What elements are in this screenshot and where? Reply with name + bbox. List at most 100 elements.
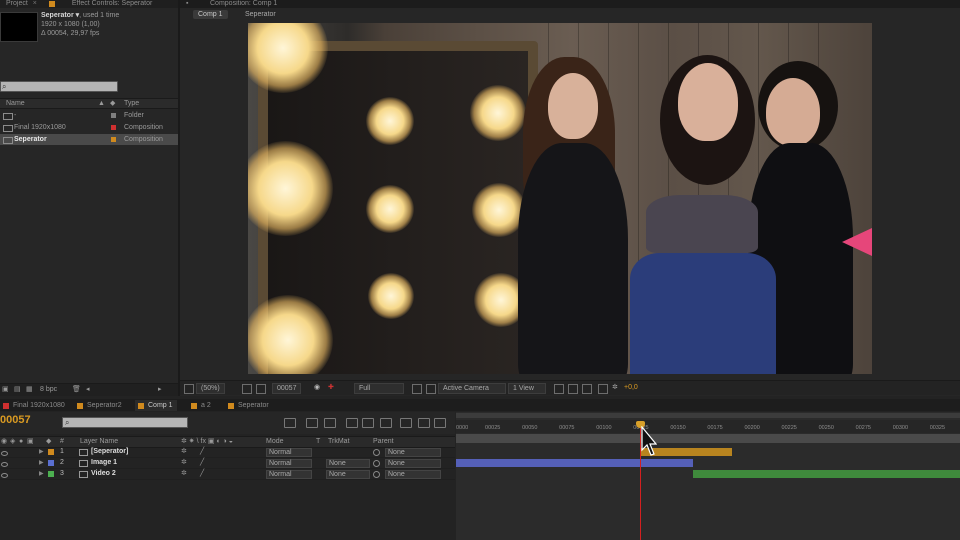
- work-area-bar[interactable]: [456, 434, 960, 443]
- pick-whip-icon[interactable]: [373, 471, 380, 478]
- timeline-tab[interactable]: Seperator: [225, 400, 273, 411]
- snapshot-icon[interactable]: ◉: [314, 383, 320, 392]
- flowchart-icon[interactable]: [598, 384, 608, 394]
- hide-shy-layers-icon[interactable]: [324, 418, 336, 428]
- layer-mode-dropdown[interactable]: Normal: [266, 459, 312, 468]
- channel-icon[interactable]: ✚: [328, 383, 334, 392]
- eye-icon[interactable]: [1, 451, 8, 456]
- draft-3d-icon[interactable]: [306, 418, 318, 428]
- timeline-search-input[interactable]: ⌕: [62, 417, 188, 428]
- camera-dropdown[interactable]: Active Camera: [438, 383, 506, 394]
- layer-mode-dropdown[interactable]: Normal: [266, 470, 312, 479]
- new-comp-icon[interactable]: ▦: [26, 385, 33, 395]
- timeline-tab[interactable]: Seperator2: [74, 400, 126, 411]
- mask-visibility-icon[interactable]: [256, 384, 266, 394]
- layer-duration-bar[interactable]: [456, 459, 694, 467]
- layer-trkmat-dropdown[interactable]: None: [326, 470, 370, 479]
- column-type[interactable]: Type: [124, 99, 139, 108]
- bpc-button[interactable]: 8 bpc: [40, 385, 57, 395]
- region-of-interest-icon[interactable]: [412, 384, 422, 394]
- shy-switch-icon[interactable]: ✲: [181, 469, 187, 479]
- frame-blending-icon[interactable]: [346, 418, 358, 428]
- quality-switch-icon[interactable]: ╱: [200, 458, 204, 468]
- always-preview-icon[interactable]: [184, 384, 194, 394]
- timeline-tab[interactable]: Comp 1: [135, 400, 177, 411]
- layer-name[interactable]: Image 1: [91, 458, 117, 468]
- lock-icon[interactable]: ▣: [27, 437, 34, 447]
- quality-switch-icon[interactable]: ╱: [200, 447, 204, 457]
- layer-label-color[interactable]: [48, 449, 54, 455]
- timeline-tab[interactable]: a 2: [188, 400, 215, 411]
- project-item-label[interactable]: [111, 113, 116, 118]
- brainstorm-icon[interactable]: [380, 418, 392, 428]
- scroll-left-icon[interactable]: ◂: [86, 385, 90, 395]
- current-time-field[interactable]: 00057: [272, 383, 302, 394]
- column-mode[interactable]: Mode: [266, 437, 284, 447]
- zoom-dropdown[interactable]: (50%): [196, 383, 225, 394]
- project-item-label[interactable]: [111, 137, 116, 142]
- column-name[interactable]: Name: [6, 99, 25, 108]
- fast-previews-icon[interactable]: [568, 384, 578, 394]
- layer-duration-bar[interactable]: [693, 470, 960, 478]
- safe-zones-icon[interactable]: [242, 384, 252, 394]
- quality-switch-icon[interactable]: ╱: [200, 469, 204, 479]
- view-layout-dropdown[interactable]: 1 View: [508, 383, 546, 394]
- crumb-comp-1[interactable]: Comp 1: [193, 10, 228, 19]
- eye-icon[interactable]: [1, 473, 8, 478]
- layer-name[interactable]: Video 2: [91, 469, 116, 479]
- expand-triangle-icon[interactable]: ▶: [39, 447, 44, 457]
- column-layer-name[interactable]: Layer Name: [80, 437, 118, 447]
- layer-parent-dropdown[interactable]: None: [385, 470, 441, 479]
- comp-mini-flowchart-icon[interactable]: [284, 418, 296, 428]
- transparency-grid-icon[interactable]: [426, 384, 436, 394]
- project-item[interactable]: - Folder: [0, 110, 178, 121]
- graph-editor-icon[interactable]: [400, 418, 412, 428]
- scroll-right-icon[interactable]: ▸: [158, 385, 162, 395]
- new-folder-icon[interactable]: ▤: [14, 385, 21, 395]
- project-item[interactable]: Seperator Composition: [0, 134, 178, 145]
- layer-mode-dropdown[interactable]: Normal: [266, 448, 312, 457]
- label-column-icon[interactable]: ◆: [110, 99, 115, 108]
- layer-parent-dropdown[interactable]: None: [385, 448, 441, 457]
- column-t[interactable]: T: [316, 437, 320, 447]
- tab-project[interactable]: Project ×: [0, 0, 43, 8]
- tab-effect-controls[interactable]: Effect Controls: Seperator: [43, 0, 158, 8]
- audio-switch-icon[interactable]: ◈: [10, 437, 15, 447]
- pick-whip-icon[interactable]: [373, 460, 380, 467]
- timeline-tab[interactable]: Final 1920x1080: [0, 400, 69, 411]
- auto-keyframe-icon[interactable]: [418, 418, 430, 428]
- layer-label-color[interactable]: [48, 471, 54, 477]
- layer-name[interactable]: [Seperator]: [91, 447, 128, 457]
- label-column-icon[interactable]: ◆: [46, 437, 51, 447]
- exposure-icon[interactable]: ✲: [612, 383, 618, 392]
- time-navigator[interactable]: [456, 413, 960, 418]
- expand-triangle-icon[interactable]: ▶: [39, 469, 44, 479]
- toggle-pixel-aspect-icon[interactable]: [554, 384, 564, 394]
- layer-row[interactable]: ▶ 2 Image 1 ✲ ╱ Normal None None: [0, 458, 455, 469]
- shy-switch-icon[interactable]: ✲: [181, 458, 187, 468]
- video-switch-icon[interactable]: ◉: [1, 437, 7, 447]
- eye-icon[interactable]: [1, 462, 8, 467]
- layer-parent-dropdown[interactable]: None: [385, 459, 441, 468]
- tab-composition[interactable]: Composition: Comp 1: [210, 0, 277, 8]
- project-item-label[interactable]: [111, 125, 116, 130]
- project-item[interactable]: Final 1920x1080 Composition: [0, 122, 178, 133]
- interpret-footage-icon[interactable]: ▣: [2, 385, 9, 395]
- shy-switch-icon[interactable]: ✲: [181, 447, 187, 457]
- pick-whip-icon[interactable]: [373, 449, 380, 456]
- project-search-input[interactable]: ⌕: [0, 81, 118, 92]
- viewer-lock-icon[interactable]: ▪: [186, 0, 188, 8]
- layer-row[interactable]: ▶ 1 [Seperator] ✲ ╱ Normal None: [0, 447, 455, 458]
- solo-icon[interactable]: ●: [19, 437, 23, 447]
- timeline-current-time[interactable]: 00057: [0, 414, 31, 427]
- resolution-dropdown[interactable]: Full: [354, 383, 404, 394]
- expand-triangle-icon[interactable]: ▶: [39, 458, 44, 468]
- exposure-value[interactable]: +0,0: [624, 383, 638, 392]
- layer-label-color[interactable]: [48, 460, 54, 466]
- column-parent[interactable]: Parent: [373, 437, 394, 447]
- close-icon[interactable]: ×: [33, 0, 37, 8]
- layer-trkmat-dropdown[interactable]: None: [326, 459, 370, 468]
- trash-icon[interactable]: 🗑: [72, 385, 81, 395]
- composition-settings-icon[interactable]: [434, 418, 446, 428]
- column-trkmat[interactable]: TrkMat: [328, 437, 350, 447]
